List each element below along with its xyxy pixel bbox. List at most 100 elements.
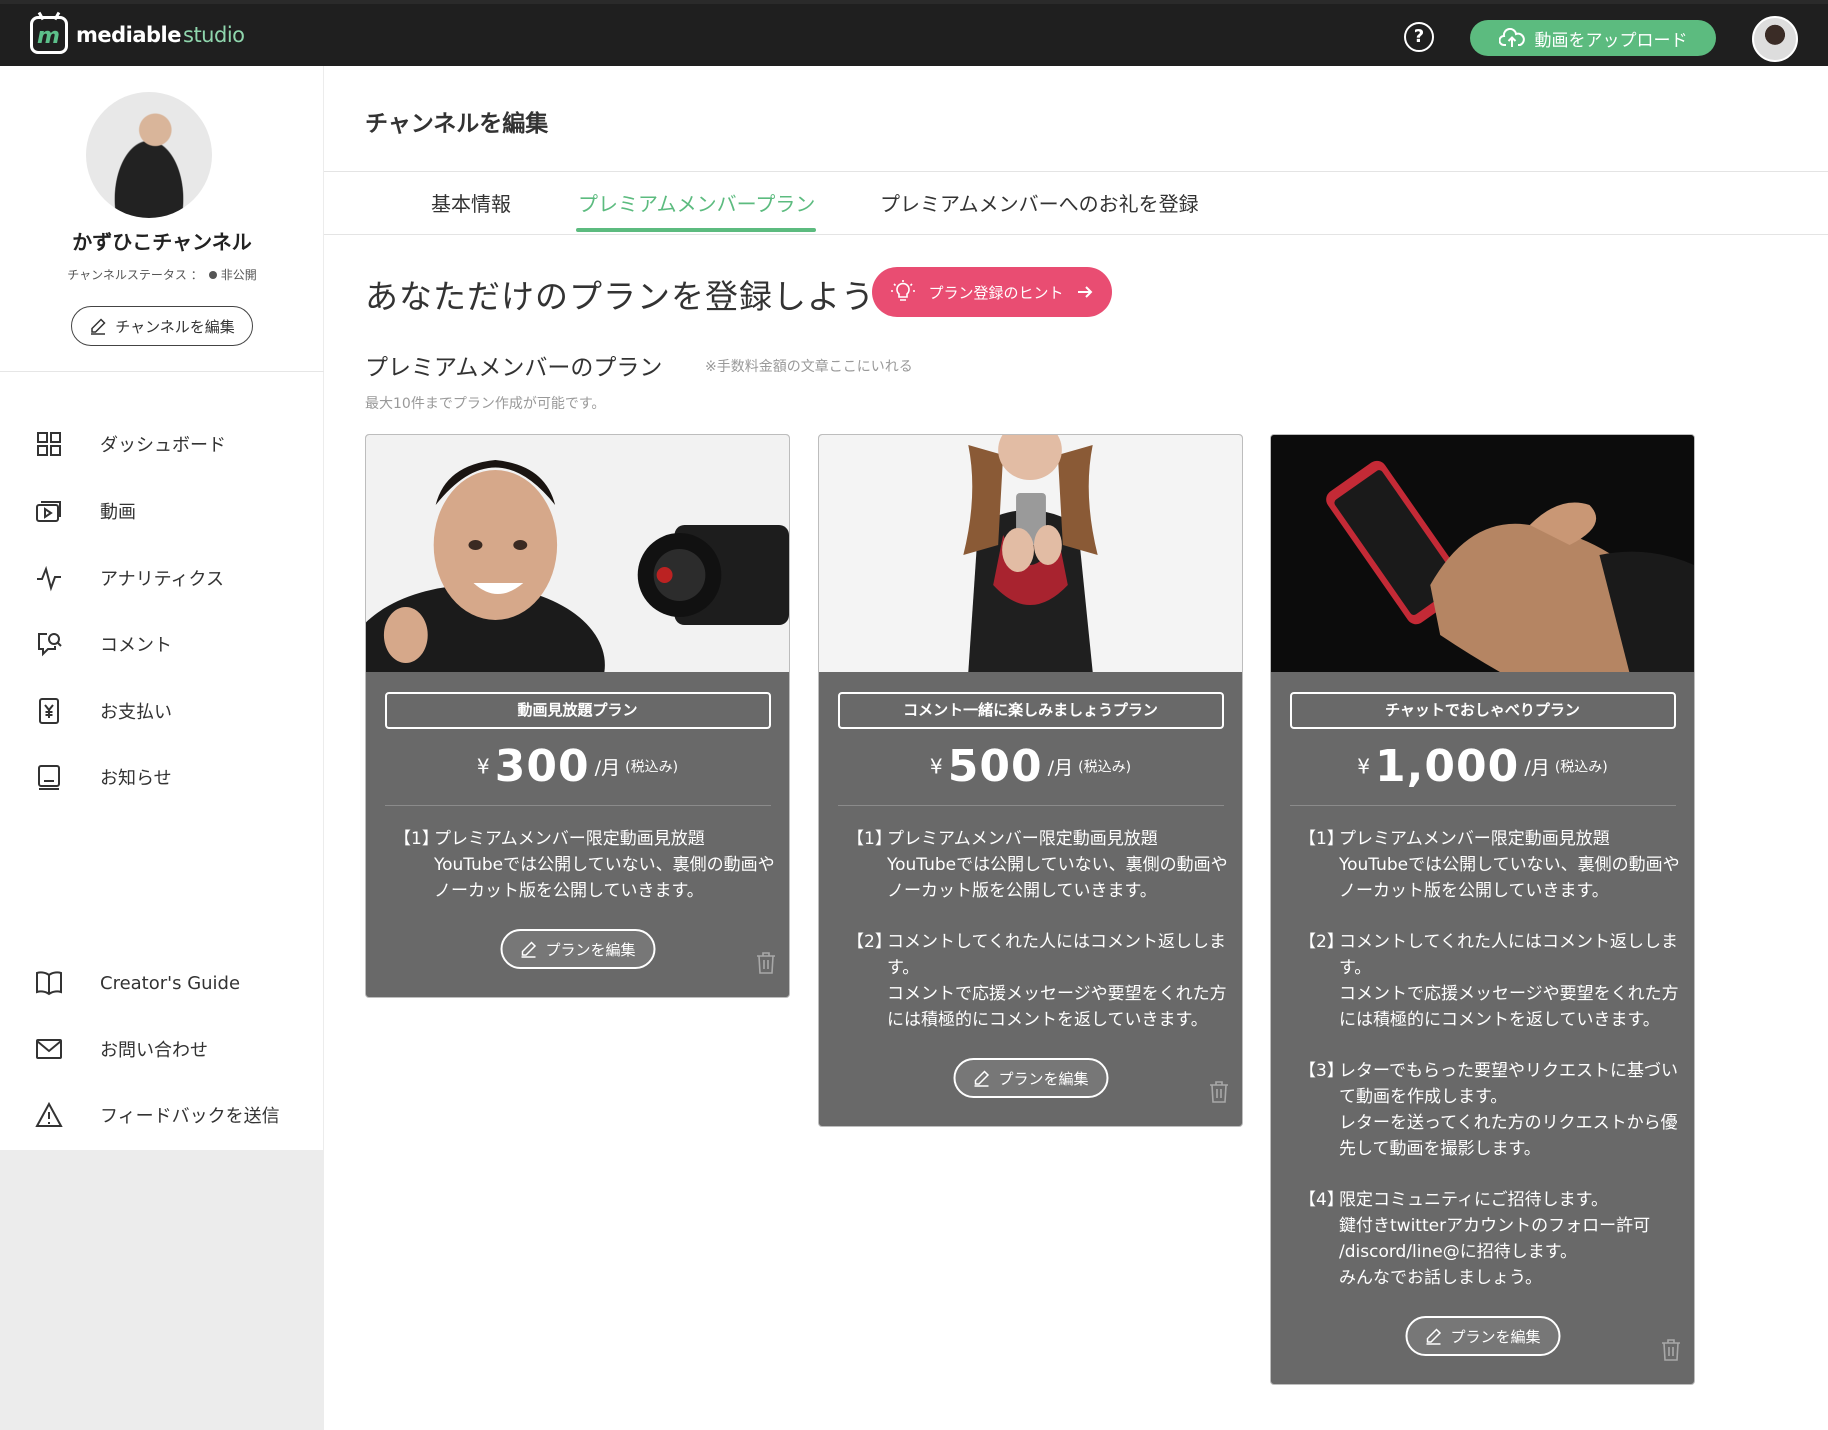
plan-card: コメント一緒に楽しみましょうプラン ¥ 500 /月 (税込み) 【1】 プレミ… — [818, 434, 1243, 1127]
tab-premium-plan[interactable]: プレミアムメンバープラン — [578, 188, 815, 217]
video-icon — [34, 496, 64, 526]
plan-image — [1271, 435, 1694, 672]
headline: あなただけのプランを登録しよう — [365, 277, 875, 316]
nav-label: Creator's Guide — [100, 972, 241, 994]
price-unit: /月 — [594, 757, 621, 779]
nav-label: アナリティクス — [100, 569, 225, 590]
benefit-item: 【2】 コメントしてくれた人にはコメント返しします。 コメントで応援メッセージや… — [1299, 929, 1680, 1033]
nav-item-contact[interactable]: お問い合わせ — [0, 1027, 324, 1071]
price-unit: /月 — [1047, 757, 1074, 779]
nav-item-analytics[interactable]: アナリティクス — [0, 556, 324, 600]
plan-limit-note: 最大10件までプラン作成が可能です。 — [365, 396, 606, 412]
price-tax: (税込み) — [625, 759, 679, 776]
edit-plan-button[interactable]: プランを編集 — [1405, 1316, 1560, 1356]
benefit-item: 【2】 コメントしてくれた人にはコメント返しします。 コメントで応援メッセージや… — [847, 929, 1228, 1033]
plan-name: コメント一緒に楽しみましょうプラン — [837, 692, 1224, 729]
logo[interactable]: m mediablestudio — [30, 16, 245, 54]
channel-status: チャンネルステータス ： 非公開 — [0, 266, 324, 283]
benefit-text: コメントしてくれた人にはコメント返しします。 コメントで応援メッセージや要望をく… — [887, 932, 1227, 1030]
section-title: プレミアムメンバーのプラン — [365, 355, 663, 381]
plan-hint-button[interactable]: プラン登録のヒント — [872, 267, 1112, 317]
benefit-list: 【1】 プレミアムメンバー限定動画見放題 YouTubeでは公開していない、裏側… — [1271, 806, 1694, 1291]
nav-item-dashboard[interactable]: ダッシュボード — [0, 422, 324, 466]
trash-icon[interactable] — [755, 951, 777, 975]
comment-icon — [34, 629, 64, 659]
sidebar: かずひこチャンネル チャンネルステータス ： 非公開 チャンネルを編集 ダッシュボ… — [0, 66, 324, 1150]
benefit-text: コメントしてくれた人にはコメント返しします。 コメントで応援メッセージや要望をく… — [1339, 932, 1679, 1030]
lightbulb-icon — [891, 280, 916, 301]
edit-plan-label: プランを編集 — [545, 940, 636, 959]
upload-video-button[interactable]: 動画をアップロード — [1470, 20, 1716, 56]
benefit-number: 【4】 — [1299, 1190, 1344, 1210]
price-amount: 300 — [494, 741, 590, 792]
edit-plan-button[interactable]: プランを編集 — [953, 1058, 1108, 1098]
notice-icon — [34, 762, 64, 792]
plan-card-footer: プランを編集 — [1271, 1316, 1694, 1384]
edit-plan-button[interactable]: プランを編集 — [500, 929, 655, 969]
help-icon[interactable]: ? — [1404, 22, 1434, 52]
yen-icon — [34, 696, 64, 726]
currency: ¥ — [1357, 754, 1370, 779]
benefit-item: 【4】 限定コミュニティにご招待します。 鍵付きtwitterアカウントのフォロ… — [1299, 1187, 1680, 1291]
pulse-icon — [34, 563, 64, 593]
benefit-text: 限定コミュニティにご招待します。 鍵付きtwitterアカウントのフォロー許可 … — [1339, 1190, 1651, 1288]
sidebar-divider — [0, 371, 324, 372]
tab-basic-info[interactable]: 基本情報 — [431, 188, 511, 217]
trash-icon[interactable] — [1208, 1080, 1230, 1104]
nav-label: ダッシュボード — [100, 435, 226, 456]
price-amount: 1,000 — [1375, 741, 1520, 792]
benefit-list: 【1】 プレミアムメンバー限定動画見放題 YouTubeでは公開していない、裏側… — [366, 806, 789, 904]
plan-price: ¥ 500 /月 (税込み) — [819, 741, 1242, 795]
edit-channel-button[interactable]: チャンネルを編集 — [71, 306, 253, 346]
nav-label: コメント — [100, 635, 172, 656]
benefit-number: 【3】 — [1299, 1061, 1344, 1081]
nav-label: お問い合わせ — [100, 1040, 208, 1061]
plan-price: ¥ 300 /月 (税込み) — [366, 741, 789, 795]
sidebar-empty-area — [0, 1150, 324, 1430]
plan-name: 動画見放題プラン — [384, 692, 771, 729]
benefit-number: 【1】 — [847, 829, 892, 849]
arrow-right-icon — [1077, 286, 1092, 298]
plan-price: ¥ 1,000 /月 (税込み) — [1271, 741, 1694, 795]
nav-item-videos[interactable]: 動画 — [0, 489, 324, 533]
tab-premium-rewards[interactable]: プレミアムメンバーへのお礼を登録 — [880, 188, 1199, 217]
benefit-number: 【2】 — [1299, 932, 1344, 952]
edit-plan-label: プランを編集 — [1450, 1327, 1541, 1346]
grid-icon — [34, 429, 64, 459]
logo-brand: mediable — [76, 23, 182, 47]
nav-item-creators-guide[interactable]: Creator's Guide — [0, 961, 324, 1005]
trash-icon[interactable] — [1660, 1338, 1682, 1362]
channel-avatar — [86, 92, 212, 218]
benefit-list: 【1】 プレミアムメンバー限定動画見放題 YouTubeでは公開していない、裏側… — [819, 806, 1242, 1033]
benefit-text: レターでもらった要望やリクエストに基づいて動画を作成します。 レターを送ってくれ… — [1339, 1061, 1678, 1159]
nav-item-comments[interactable]: コメント — [0, 622, 324, 666]
channel-status-value: 非公開 — [220, 268, 257, 282]
benefit-number: 【1】 — [394, 829, 439, 849]
pencil-icon — [521, 941, 537, 958]
nav-label: 動画 — [100, 502, 136, 523]
nav-label: フィードバックを送信 — [100, 1106, 280, 1127]
nav-item-payments[interactable]: お支払い — [0, 689, 324, 733]
page-title: チャンネルを編集 — [365, 111, 549, 137]
pencil-icon — [91, 318, 106, 335]
plan-card: チャットでおしゃべりプラン ¥ 1,000 /月 (税込み) 【1】 プレミアム… — [1270, 434, 1695, 1385]
channel-name: かずひこチャンネル — [72, 230, 252, 254]
status-dot-icon — [208, 271, 217, 279]
nav-item-notices[interactable]: お知らせ — [0, 755, 324, 799]
benefit-text: プレミアムメンバー限定動画見放題 YouTubeでは公開していない、裏側の動画や… — [1339, 829, 1680, 901]
active-tab-indicator — [576, 228, 816, 232]
user-avatar[interactable] — [1752, 16, 1798, 62]
mail-icon — [34, 1034, 64, 1064]
benefit-number: 【2】 — [847, 932, 892, 952]
plan-card: 動画見放題プラン ¥ 300 /月 (税込み) 【1】 プレミアムメンバー限定動… — [365, 434, 790, 998]
pencil-icon — [1426, 1328, 1442, 1345]
nav-label: お知らせ — [100, 768, 172, 789]
benefit-text: プレミアムメンバー限定動画見放題 YouTubeでは公開していない、裏側の動画や… — [887, 829, 1228, 901]
warning-icon — [34, 1100, 64, 1130]
logo-product: studio — [183, 23, 245, 47]
nav-item-feedback[interactable]: フィードバックを送信 — [0, 1093, 324, 1137]
channel-status-label: チャンネルステータス ： — [67, 268, 203, 282]
upload-label: 動画をアップロード — [1534, 30, 1688, 51]
book-icon — [34, 968, 64, 998]
benefit-text: プレミアムメンバー限定動画見放題 YouTubeでは公開していない、裏側の動画や… — [434, 829, 775, 901]
